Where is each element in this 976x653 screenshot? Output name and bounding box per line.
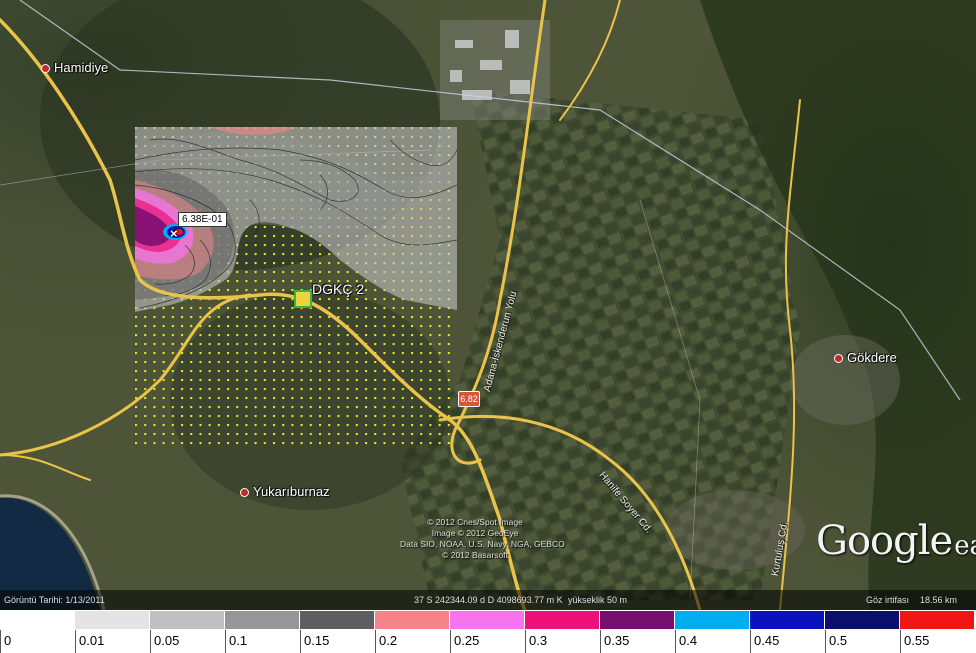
google-earth-logo: Googleearth — [816, 518, 976, 564]
legend-swatch — [375, 611, 449, 629]
legend-divider — [75, 630, 76, 653]
legend-swatch — [900, 611, 974, 629]
coordinates-readout: 37 S 242344.09 d D 4098693.77 m K — [414, 595, 563, 605]
legend-divider — [150, 630, 151, 653]
legend-item: 0.55 — [900, 610, 975, 653]
legend-item: 0.25 — [450, 610, 525, 653]
map-view[interactable]: Hamidiye Gökdere Yukarıburnaz Adana-İske… — [0, 0, 976, 610]
legend-swatch — [825, 611, 899, 629]
legend-label: 0.35 — [604, 633, 630, 648]
legend-label: 0 — [4, 633, 12, 648]
legend-swatch — [600, 611, 674, 629]
legend-item: 0.05 — [150, 610, 225, 653]
highway-exit-badge[interactable]: 6.82 — [458, 391, 480, 407]
legend-swatch — [0, 611, 74, 629]
legend-swatch — [75, 611, 149, 629]
legend-swatch — [225, 611, 299, 629]
legend-label: 0.15 — [304, 633, 330, 648]
legend-divider — [300, 630, 301, 653]
peak-marker-icon[interactable]: × — [170, 226, 178, 241]
legend-item: 0.15 — [300, 610, 375, 653]
legend-item: 0.01 — [75, 610, 150, 653]
legend-label: 0.3 — [529, 633, 548, 648]
elevation-readout: yükseklik 50 m — [568, 595, 628, 605]
legend-divider — [600, 630, 601, 653]
legend-item: 0.1 — [225, 610, 300, 653]
legend-label: 0.4 — [679, 633, 698, 648]
legend-item: 0 — [0, 610, 75, 653]
legend-swatch — [525, 611, 599, 629]
legend-label: 0.1 — [229, 633, 248, 648]
place-dot-icon — [834, 354, 843, 364]
legend-label: 0.05 — [154, 633, 180, 648]
legend-divider — [675, 630, 676, 653]
legend-divider — [525, 630, 526, 653]
legend-item: 0.45 — [750, 610, 825, 653]
legend-swatch — [450, 611, 524, 629]
legend-divider — [375, 630, 376, 653]
legend-label: 0.01 — [79, 633, 105, 648]
legend-swatch — [750, 611, 824, 629]
legend-divider — [450, 630, 451, 653]
legend-divider — [0, 630, 1, 653]
map-credits: © 2012 Cnes/Spot Image Image © 2012 GeoE… — [400, 517, 565, 560]
legend-item: 0.35 — [600, 610, 675, 653]
legend-label: 0.25 — [454, 633, 480, 648]
legend-divider — [750, 630, 751, 653]
legend-item: 0.4 — [675, 610, 750, 653]
legend-swatch — [150, 611, 224, 629]
status-bar: Görüntü Tarihi: 1/13/2011 37 S 242344.09… — [0, 590, 976, 610]
legend-swatch — [675, 611, 749, 629]
legend-divider — [225, 630, 226, 653]
legend-label: 0.55 — [904, 633, 930, 648]
place-yukariburnaz[interactable]: Yukarıburnaz — [240, 484, 330, 499]
place-hamidiye[interactable]: Hamidiye — [41, 60, 108, 75]
station-label[interactable]: DGKÇ 2 — [312, 281, 364, 297]
legend-divider — [825, 630, 826, 653]
legend-item: 0.3 — [525, 610, 600, 653]
legend-label: 0.45 — [754, 633, 780, 648]
imagery-date: Görüntü Tarihi: 1/13/2011 — [4, 595, 105, 605]
town-gokdere — [790, 335, 900, 425]
concentration-legend: 0 0.01 0.05 0.1 0.15 0.2 0.25 0.3 0.35 0.4 0.45 0.5… — [0, 610, 976, 653]
place-gokdere[interactable]: Gökdere — [834, 350, 897, 365]
monitoring-station-icon[interactable] — [294, 290, 312, 308]
eye-altitude-label: Göz irtifası — [866, 595, 910, 605]
legend-divider — [900, 630, 901, 653]
peak-concentration-label[interactable]: 6.38E-01 — [178, 212, 227, 227]
legend-label: 0.5 — [829, 633, 848, 648]
legend-swatch — [300, 611, 374, 629]
eye-altitude-value: 18.56 km — [920, 595, 958, 605]
place-dot-icon — [240, 488, 249, 498]
place-dot-icon — [41, 64, 50, 74]
legend-item: 0.5 — [825, 610, 900, 653]
legend-label: 0.2 — [379, 633, 398, 648]
legend-item: 0.2 — [375, 610, 450, 653]
